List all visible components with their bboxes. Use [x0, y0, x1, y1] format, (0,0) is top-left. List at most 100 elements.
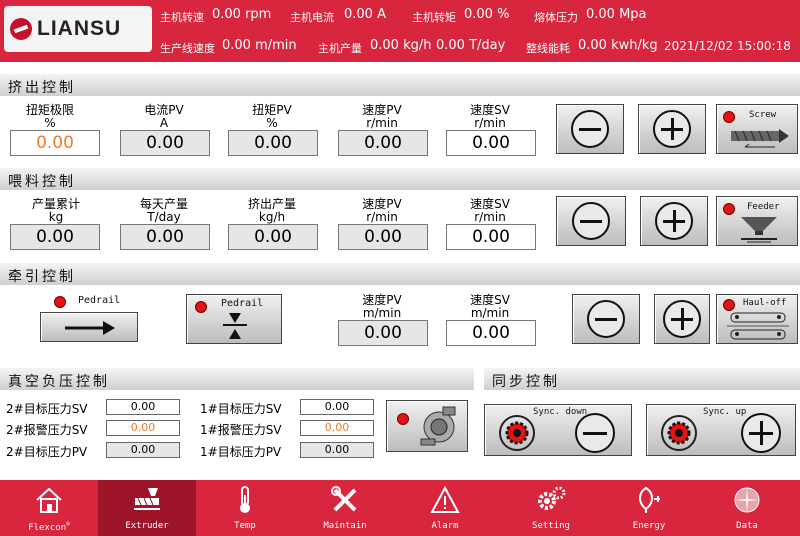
sync-gear-icon: [661, 415, 697, 451]
speed-pv-value: 0.00: [338, 130, 428, 156]
speed-sv-input[interactable]: 0.00: [446, 130, 536, 156]
pedrail-clamp-button[interactable]: Pedrail: [186, 294, 282, 344]
total-output-value: 0.00: [10, 224, 100, 250]
line-speed-value: 0.00 m/min: [222, 38, 297, 53]
home-icon: [36, 487, 62, 513]
minus-icon: [571, 110, 609, 148]
plus-icon: [655, 202, 693, 240]
minus-icon: [575, 413, 615, 453]
screw-button-label: Screw: [749, 110, 777, 120]
sync-up-button[interactable]: Sync. up: [646, 404, 796, 456]
arrow-right-icon: [65, 321, 115, 335]
current-value: 0.00 A: [344, 7, 386, 22]
vacuum-pump-button[interactable]: [386, 400, 468, 452]
minus-icon: [587, 300, 625, 338]
feeder-increase-button[interactable]: [640, 196, 708, 246]
nav-setting[interactable]: Setting: [502, 480, 600, 536]
feeder-toggle-button[interactable]: Feeder: [716, 196, 798, 246]
pedrail-clamp-label: Pedrail: [221, 298, 264, 309]
feeder-speed-pv-value: 0.00: [338, 224, 428, 250]
extrude-output-label: 挤出产量 kg/h: [247, 197, 296, 224]
screw-speed-label: 主机转速: [160, 11, 204, 24]
output-value: 0.00 kg/h: [370, 38, 432, 53]
hauloff-button-label: Haul-off: [743, 298, 787, 308]
vac1-alarm-sv-input[interactable]: 0.00: [300, 420, 374, 436]
vac2-alarm-sv-input[interactable]: 0.00: [106, 420, 180, 436]
hauloff-speed-pv-value: 0.00: [338, 320, 428, 346]
vacuum-pump-led: [397, 413, 409, 425]
screw-status-led: [723, 111, 735, 123]
torque-limit-label: 扭矩极限%: [25, 103, 74, 130]
vac2-target-sv-input[interactable]: 0.00: [106, 399, 180, 415]
nav-maintain[interactable]: Maintain: [296, 480, 394, 536]
clamp-icon: [223, 313, 247, 339]
sync-up-label: Sync. up: [703, 407, 747, 417]
pedrail-forward-button[interactable]: [40, 312, 138, 342]
plus-icon: [653, 110, 691, 148]
feeding-section-title: 喂料控制: [0, 168, 800, 190]
data-globe-icon: [734, 487, 760, 513]
vac2-alarm-sv-label: 2#报警压力SV: [6, 423, 88, 437]
energy-plug-icon: [639, 486, 660, 513]
datetime: 2021/12/02 15:00:18: [664, 39, 791, 53]
total-output-label: 产量累计 kg: [31, 197, 80, 224]
sync-section-title: 同步控制: [484, 368, 800, 390]
feeder-speed-pv-label: 速度PV r/min: [362, 197, 402, 224]
vac2-target-pv-value: 0.00: [106, 442, 180, 458]
current-pv-value: 0.00: [120, 130, 210, 156]
pedrail-label: Pedrail: [78, 295, 121, 306]
hauloff-speed-sv-input[interactable]: 0.00: [446, 320, 536, 346]
plus-icon: [741, 413, 781, 453]
extrusion-section-title: 挤出控制: [0, 74, 800, 96]
pedrail-led: [54, 296, 66, 308]
vacuum-section-title: 真空负压控制: [0, 368, 474, 390]
vac2-target-pv-label: 2#目标压力PV: [6, 445, 88, 459]
speed-pv-label: 速度PV r/min: [362, 103, 402, 130]
nav-energy[interactable]: Energy: [600, 480, 698, 536]
nav-data[interactable]: Data: [698, 480, 796, 536]
vac1-target-pv-value: 0.00: [300, 442, 374, 458]
hauloff-toggle-button[interactable]: Haul-off: [716, 294, 798, 344]
torque-pv-value: 0.00: [228, 130, 318, 156]
sync-down-button[interactable]: Sync. down: [484, 404, 632, 456]
torque-value: 0.00 %: [464, 7, 510, 22]
thermometer-icon: [240, 486, 250, 513]
melt-pressure-value: 0.00 Mpa: [586, 7, 647, 22]
energy-label: 整线能耗: [526, 42, 570, 55]
nav-flexcon[interactable]: Flexcon®: [0, 480, 98, 536]
vac2-target-sv-label: 2#目标压力SV: [6, 402, 88, 416]
nav-alarm[interactable]: Alarm: [396, 480, 494, 536]
feeder-decrease-button[interactable]: [556, 196, 626, 246]
nav-extruder[interactable]: Extruder: [98, 480, 196, 536]
liansu-logo-icon: [10, 18, 32, 40]
hauloff-status-led: [723, 299, 735, 311]
line-speed-label: 生产线速度: [160, 42, 215, 55]
feeder-status-led: [723, 203, 735, 215]
vac1-target-sv-input[interactable]: 0.00: [300, 399, 374, 415]
screw-decrease-button[interactable]: [556, 104, 624, 154]
current-pv-label: 电流PV A: [144, 103, 184, 130]
speed-sv-label: 速度SV r/min: [470, 103, 510, 130]
feeder-speed-sv-label: 速度SV r/min: [470, 197, 510, 224]
screw-icon: [731, 129, 789, 148]
feeder-button-label: Feeder: [747, 202, 780, 212]
vac1-alarm-sv-label: 1#报警压力SV: [200, 423, 282, 437]
torque-limit-input[interactable]: 0.00: [10, 130, 100, 156]
feeder-icon: [741, 217, 777, 243]
bottom-nav: Flexcon® Extruder Temp Maintain Alarm Se…: [0, 480, 800, 536]
hauloff-decrease-button[interactable]: [572, 294, 640, 344]
plus-icon: [663, 300, 701, 338]
hauloff-section-title: 牵引控制: [0, 263, 800, 285]
sync-down-label: Sync. down: [533, 407, 588, 417]
hauloff-increase-button[interactable]: [654, 294, 710, 344]
minus-icon: [572, 202, 610, 240]
melt-pressure-label: 熔体压力: [534, 11, 578, 24]
hauloff-icon: [727, 312, 789, 340]
screw-increase-button[interactable]: [638, 104, 706, 154]
screw-speed-value: 0.00 rpm: [212, 7, 272, 22]
vac1-target-pv-label: 1#目标压力PV: [200, 445, 282, 459]
screw-toggle-button[interactable]: Screw: [716, 104, 798, 154]
nav-temp[interactable]: Temp: [196, 480, 294, 536]
feeder-speed-sv-input[interactable]: 0.00: [446, 224, 536, 250]
sync-gear-icon: [499, 415, 535, 451]
